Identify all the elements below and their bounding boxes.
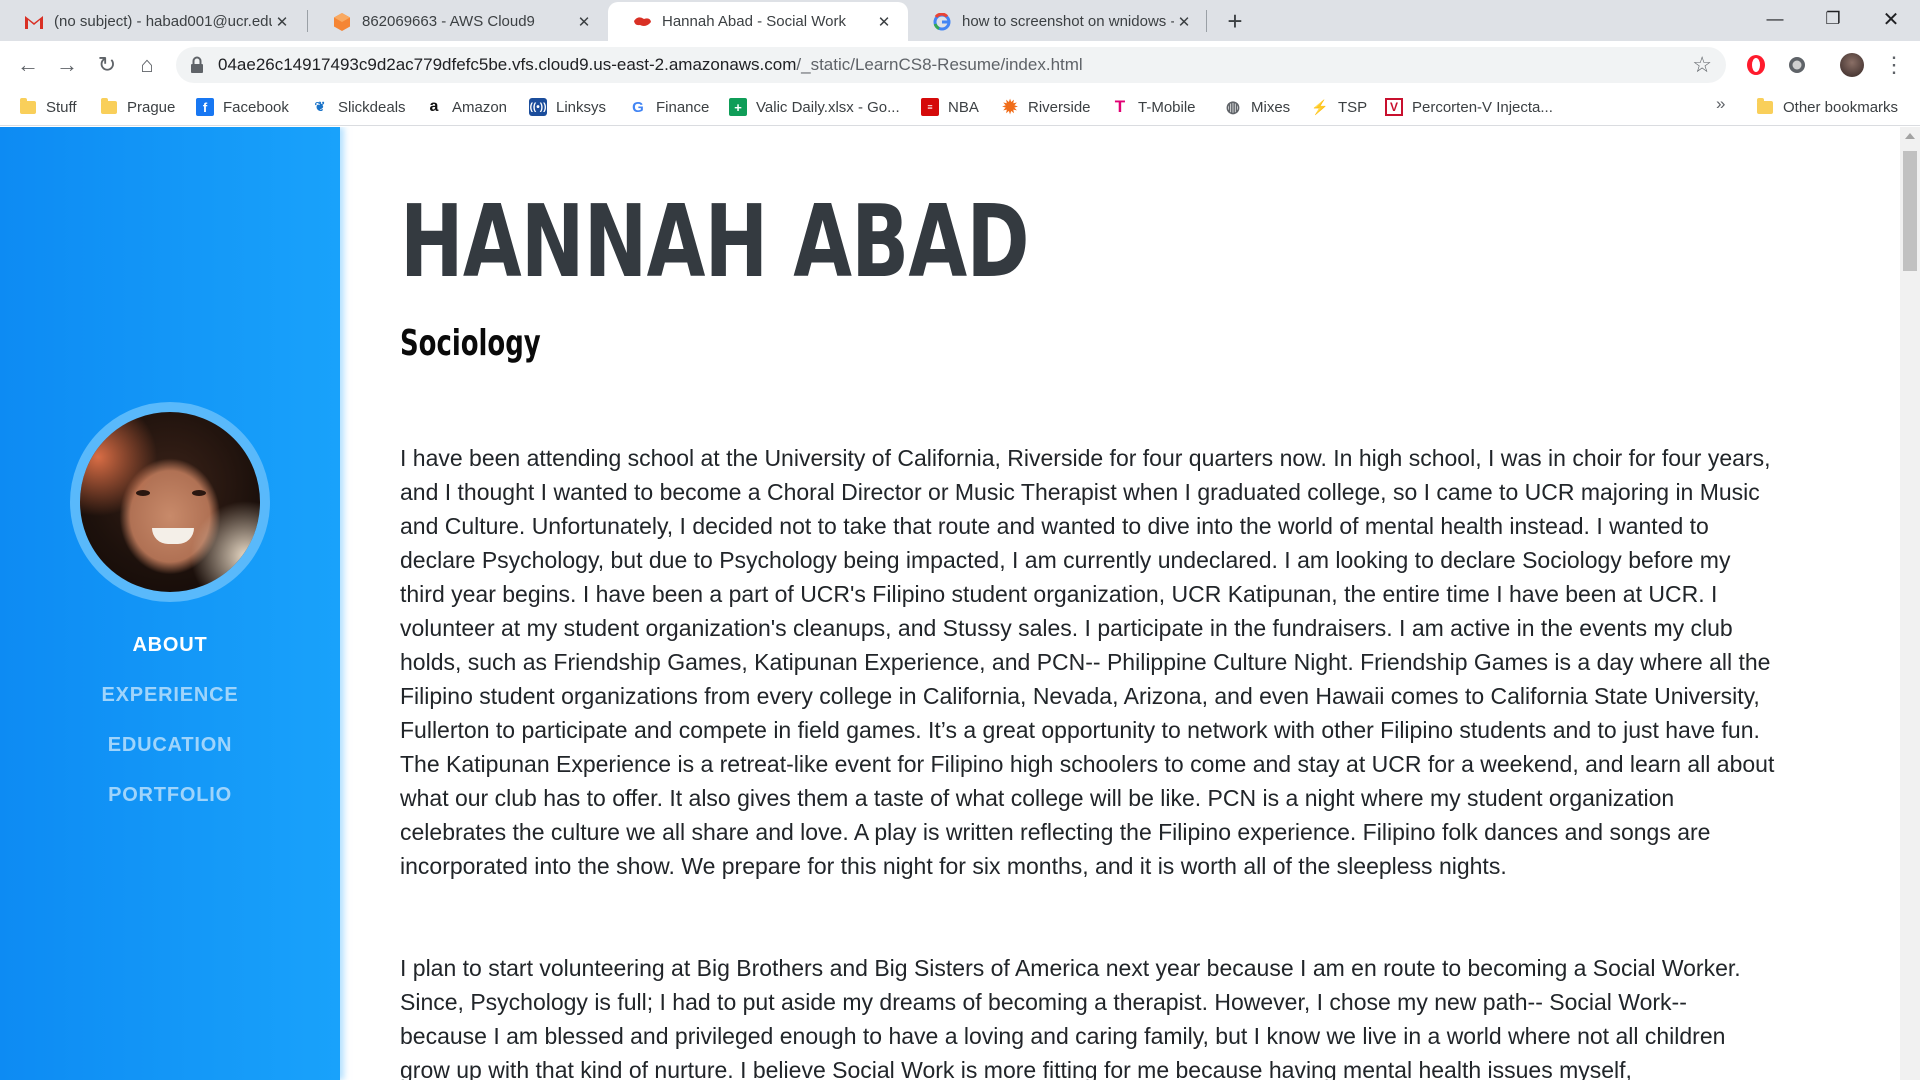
lock-icon <box>190 56 204 74</box>
nav-experience[interactable]: EXPERIENCE <box>0 684 340 707</box>
bookmark-facebook[interactable]: f Facebook <box>196 96 289 118</box>
opera-icon[interactable] <box>1744 53 1768 77</box>
bookmark-riverside[interactable]: ✹ Riverside <box>1001 96 1090 118</box>
close-tab-icon[interactable]: ✕ <box>1174 12 1194 32</box>
home-icon[interactable]: ⌂ <box>131 49 163 81</box>
facebook-icon: f <box>196 98 214 116</box>
scrollbar-thumb[interactable] <box>1903 151 1917 271</box>
bookmark-other-bookmarks[interactable]: Other bookmarks <box>1757 96 1898 118</box>
bookmark-percorten[interactable]: V Percorten-V Injecta... <box>1385 96 1553 118</box>
address-bar[interactable]: 04ae26c14917493c9d2ac779dfefc5be.vfs.clo… <box>176 47 1726 83</box>
page-content: ABOUT EXPERIENCE EDUCATION PORTFOLIO HAN… <box>0 127 1920 1080</box>
profile-avatar[interactable] <box>1840 53 1864 77</box>
new-tab-button[interactable]: + <box>1220 6 1250 36</box>
bookmark-tsp[interactable]: ⚡ TSP <box>1311 96 1367 118</box>
bookmark-valic[interactable]: + Valic Daily.xlsx - Go... <box>729 96 900 118</box>
close-window-button[interactable]: ✕ <box>1860 0 1920 38</box>
profile-photo <box>70 402 270 602</box>
tab-google-search[interactable]: how to screenshot on wnidows - ✕ <box>908 2 1208 41</box>
scroll-up-arrow-icon[interactable] <box>1905 133 1915 139</box>
tab-cloud9[interactable]: 862069663 - AWS Cloud9 ✕ <box>308 2 608 41</box>
nav-education[interactable]: EDUCATION <box>0 734 340 757</box>
menu-kebab-icon[interactable]: ⋮ <box>1878 49 1910 81</box>
forward-arrow-icon[interactable]: → <box>51 49 83 81</box>
folder-icon <box>20 97 36 114</box>
tab-separator <box>1206 10 1207 32</box>
tab-resume-active[interactable]: Hannah Abad - Social Work ✕ <box>608 2 908 41</box>
google-icon <box>932 12 952 32</box>
main-content: HANNAH ABAD Sociology I have been attend… <box>400 127 1780 1080</box>
cloud9-icon <box>332 12 352 32</box>
bookmark-stuff[interactable]: Stuff <box>20 96 77 118</box>
bookmarks-bar: Stuff Prague f Facebook ❦ Slickdeals a Amaz… <box>0 88 1920 126</box>
browser-toolbar: ← → ↻ ⌂ 04ae26c14917493c9d2ac779dfefc5be… <box>0 41 1920 88</box>
bookmark-tmobile[interactable]: T T-Mobile <box>1111 96 1196 118</box>
sheets-icon: + <box>729 98 747 116</box>
bookmark-slickdeals[interactable]: ❦ Slickdeals <box>311 96 406 118</box>
tsp-icon: ⚡ <box>1311 98 1329 115</box>
tab-title: (no subject) - habad001@ucr.edu <box>54 13 272 30</box>
tab-gmail[interactable]: (no subject) - habad001@ucr.edu ✕ <box>0 2 306 41</box>
url-text: 04ae26c14917493c9d2ac779dfefc5be.vfs.clo… <box>218 55 1083 74</box>
nav-about[interactable]: ABOUT <box>0 634 340 657</box>
back-arrow-icon[interactable]: ← <box>12 49 44 81</box>
extension-icon[interactable] <box>1785 53 1809 77</box>
bookmark-star-icon[interactable]: ☆ <box>1692 52 1712 78</box>
tab-strip: (no subject) - habad001@ucr.edu ✕ 862069… <box>0 0 1920 41</box>
tmobile-icon: T <box>1114 97 1126 116</box>
riverside-icon: ✹ <box>1002 96 1018 117</box>
tab-title: how to screenshot on wnidows - <box>962 13 1174 30</box>
restore-button[interactable]: ❐ <box>1802 0 1864 38</box>
percorten-icon: V <box>1385 98 1403 116</box>
gmail-icon <box>24 12 44 32</box>
folder-icon <box>101 97 117 114</box>
about-paragraph: I have been attending school at the Univ… <box>400 445 1775 879</box>
amazon-icon: a <box>429 98 439 115</box>
bookmark-mixes[interactable]: ◍ Mixes <box>1224 96 1290 118</box>
globe-icon: ◍ <box>1226 99 1240 116</box>
close-tab-icon[interactable]: ✕ <box>574 12 594 32</box>
bookmark-linksys[interactable]: ((•)) Linksys <box>529 96 606 118</box>
slickdeals-icon: ❦ <box>314 99 326 114</box>
bookmarks-overflow-icon[interactable]: » <box>1716 94 1725 114</box>
site-favicon <box>632 12 652 32</box>
tab-title: 862069663 - AWS Cloud9 <box>362 13 535 30</box>
bookmark-nba[interactable]: ≡ NBA <box>921 96 979 118</box>
folder-icon <box>1757 97 1773 114</box>
bookmark-finance[interactable]: G Finance <box>629 96 709 118</box>
minimize-button[interactable]: — <box>1744 0 1806 38</box>
bookmark-prague[interactable]: Prague <box>101 96 175 118</box>
close-tab-icon[interactable]: ✕ <box>272 12 292 32</box>
page-scrollbar[interactable] <box>1900 127 1920 1080</box>
about-paragraph: I plan to start volunteering at Big Brot… <box>400 955 1741 1080</box>
nav-portfolio[interactable]: PORTFOLIO <box>0 784 340 807</box>
reload-icon[interactable]: ↻ <box>91 49 123 81</box>
tab-title: Hannah Abad - Social Work <box>662 13 846 30</box>
linksys-icon: ((•)) <box>529 98 547 116</box>
page-title: HANNAH ABAD <box>400 183 1030 300</box>
google-icon: G <box>632 98 644 116</box>
nba-icon: ≡ <box>921 98 939 116</box>
close-tab-icon[interactable]: ✕ <box>874 12 894 32</box>
bookmark-amazon[interactable]: a Amazon <box>425 96 507 118</box>
sidebar: ABOUT EXPERIENCE EDUCATION PORTFOLIO <box>0 127 340 1080</box>
subtitle: Sociology <box>400 323 541 364</box>
